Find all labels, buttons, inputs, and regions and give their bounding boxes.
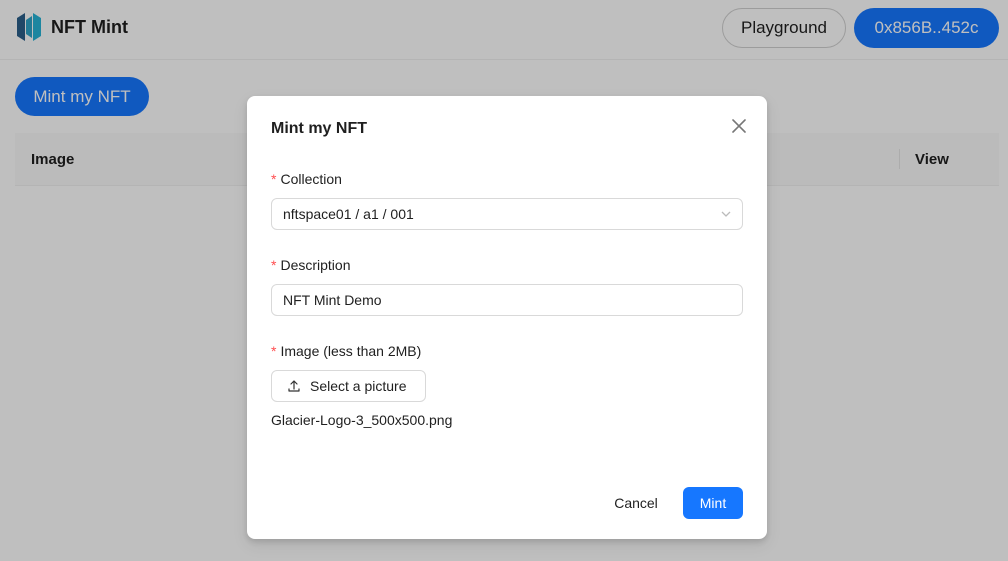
mint-modal: Mint my NFT * Collection nftspace01 / a1 … <box>247 96 767 539</box>
description-label: * Description <box>271 257 350 273</box>
image-label-text: Image (less than 2MB) <box>280 343 422 359</box>
required-marker: * <box>271 257 277 273</box>
chevron-down-icon <box>721 211 731 217</box>
modal-title: Mint my NFT <box>271 120 367 137</box>
upload-icon <box>288 380 300 392</box>
select-picture-label: Select a picture <box>310 378 407 394</box>
image-label: * Image (less than 2MB) <box>271 343 421 359</box>
required-marker: * <box>271 343 277 359</box>
select-picture-button[interactable]: Select a picture <box>271 370 426 402</box>
required-marker: * <box>271 171 277 187</box>
uploaded-file-name[interactable]: Glacier-Logo-3_500x500.png <box>271 412 452 428</box>
collection-label: * Collection <box>271 171 342 187</box>
collection-select-value: nftspace01 / a1 / 001 <box>283 206 414 222</box>
app-root: NFT Mint Playground 0x856B..452c Mint my… <box>0 0 1008 561</box>
mint-button[interactable]: Mint <box>683 487 743 519</box>
collection-label-text: Collection <box>280 171 342 187</box>
close-icon[interactable] <box>729 116 749 136</box>
description-input[interactable]: NFT Mint Demo <box>271 284 743 316</box>
cancel-button[interactable]: Cancel <box>601 487 671 519</box>
collection-select[interactable]: nftspace01 / a1 / 001 <box>271 198 743 230</box>
description-label-text: Description <box>280 257 351 273</box>
